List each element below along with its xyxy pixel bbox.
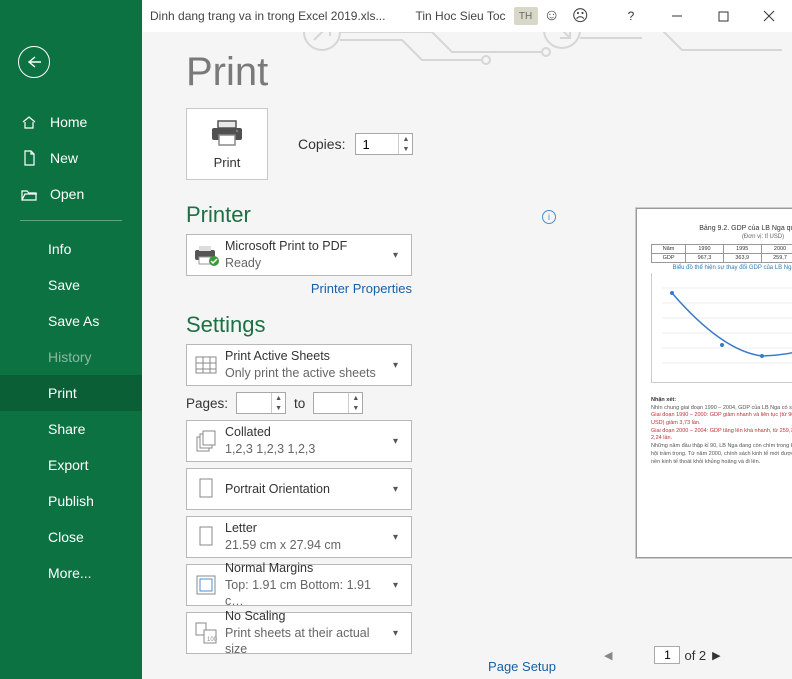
- page-setup-link[interactable]: Page Setup: [488, 659, 556, 674]
- portrait-icon: [187, 478, 225, 500]
- pages-to-input[interactable]: [314, 393, 348, 413]
- margins-icon: [187, 574, 225, 596]
- current-page-input[interactable]: [654, 646, 680, 664]
- chevron-down-icon: ▾: [393, 580, 411, 591]
- printer-properties-link[interactable]: Printer Properties: [311, 281, 412, 296]
- minimize-button[interactable]: [654, 0, 700, 32]
- printer-dropdown[interactable]: Microsoft Print to PDFReady ▾: [186, 234, 412, 276]
- svg-text:100: 100: [207, 637, 218, 643]
- printer-section-title: Printer: [186, 202, 556, 228]
- info-icon[interactable]: i: [542, 210, 556, 224]
- copies-label: Copies:: [298, 136, 345, 152]
- orientation-dropdown[interactable]: Portrait Orientation ▾: [186, 468, 412, 510]
- copies-down[interactable]: ▼: [399, 144, 412, 154]
- copies-stepper[interactable]: ▲▼: [355, 133, 413, 155]
- preview-page: Bảng 9.2. GDP của LB Nga qua các năm (Đơ…: [636, 208, 792, 558]
- scaling-dropdown[interactable]: 100 No ScalingPrint sheets at their actu…: [186, 612, 412, 654]
- doc-title: Bảng 9.2. GDP của LB Nga qua các năm: [651, 225, 792, 232]
- printer-name: Microsoft Print to PDF: [225, 238, 393, 255]
- back-button[interactable]: [18, 46, 50, 78]
- margins-dropdown[interactable]: Normal MarginsTop: 1.91 cm Bottom: 1.91 …: [186, 564, 412, 606]
- window-sitename: Tin Hoc Sieu Toc: [415, 9, 505, 23]
- next-page-button[interactable]: ▶: [706, 649, 726, 662]
- sidebar-item-publish[interactable]: Publish: [0, 483, 142, 519]
- print-panel: Print Print Copies: ▲▼ Printer i Microso…: [142, 32, 792, 679]
- page-count-label: of 2: [684, 648, 706, 663]
- window-filename: Dinh dang trang va in trong Excel 2019.x…: [150, 9, 385, 23]
- print-what-dropdown[interactable]: Print Active SheetsOnly print the active…: [186, 344, 412, 386]
- print-button-label: Print: [214, 155, 241, 170]
- collation-dropdown[interactable]: Collated1,2,3 1,2,3 1,2,3 ▾: [186, 420, 412, 462]
- settings-section-title: Settings: [186, 312, 556, 338]
- pages-to-stepper[interactable]: ▲▼: [313, 392, 363, 414]
- maximize-button[interactable]: [700, 0, 746, 32]
- prev-page-button[interactable]: ◀: [598, 649, 618, 662]
- sidebar-item-info[interactable]: Info: [0, 231, 142, 267]
- chevron-down-icon: ▾: [393, 250, 411, 261]
- paper-icon: [187, 526, 225, 548]
- account-badge[interactable]: TH: [514, 7, 538, 25]
- copies-up[interactable]: ▲: [399, 134, 412, 144]
- sidebar-item-save[interactable]: Save: [0, 267, 142, 303]
- pages-from-input[interactable]: [237, 393, 271, 413]
- sidebar-item-open[interactable]: Open: [0, 176, 142, 212]
- doc-unit: (Đơn vị: tỉ USD): [651, 234, 792, 240]
- chevron-down-icon: ▾: [393, 532, 411, 543]
- sheets-icon: [187, 355, 225, 375]
- collated-icon: [187, 430, 225, 452]
- print-button[interactable]: Print: [186, 108, 268, 180]
- sidebar-item-saveas[interactable]: Save As: [0, 303, 142, 339]
- open-icon: [20, 188, 38, 201]
- chevron-down-icon: ▾: [393, 360, 411, 371]
- chevron-down-icon: ▾: [393, 436, 411, 447]
- sidebar-item-export[interactable]: Export: [0, 447, 142, 483]
- sidebar-item-more[interactable]: More...: [0, 555, 142, 591]
- preview-footer: ◀ of 2 ▶: [598, 642, 792, 668]
- sidebar-item-history: History: [0, 339, 142, 375]
- printer-status-icon: [187, 244, 225, 266]
- doc-table: Năm19901995200020032004 GDP967,3363,9259…: [651, 244, 792, 263]
- chevron-down-icon: ▾: [393, 628, 411, 639]
- backstage-sidebar: Home New Open Info Save Save As History …: [0, 0, 142, 679]
- close-button[interactable]: [746, 0, 792, 32]
- printer-icon: [210, 119, 244, 147]
- pages-to-label: to: [294, 396, 305, 411]
- page-title: Print: [186, 50, 792, 95]
- pages-from-stepper[interactable]: ▲▼: [236, 392, 286, 414]
- printer-status: Ready: [225, 255, 393, 272]
- pages-label: Pages:: [186, 396, 228, 411]
- sidebar-item-home[interactable]: Home: [0, 104, 142, 140]
- doc-chart: Biểu đồ thể hiện sự thay đổi GDP của LB …: [651, 273, 792, 383]
- paper-size-dropdown[interactable]: Letter21.59 cm x 27.94 cm ▾: [186, 516, 412, 558]
- scaling-icon: 100: [187, 622, 225, 644]
- print-preview: ▲ ▼ Bảng 9.2. GDP của LB Nga qua các năm…: [598, 108, 792, 668]
- sidebar-divider: [20, 220, 122, 221]
- chevron-down-icon: ▾: [393, 484, 411, 495]
- copies-input[interactable]: [356, 134, 398, 154]
- sidebar-item-share[interactable]: Share: [0, 411, 142, 447]
- home-icon: [20, 115, 38, 129]
- sidebar-item-close[interactable]: Close: [0, 519, 142, 555]
- new-icon: [20, 150, 38, 166]
- sidebar-item-new[interactable]: New: [0, 140, 142, 176]
- smile-icon[interactable]: ☺: [544, 7, 560, 25]
- help-button[interactable]: ?: [608, 0, 654, 32]
- sad-icon[interactable]: ☹: [572, 6, 589, 26]
- sidebar-item-print[interactable]: Print: [0, 375, 142, 411]
